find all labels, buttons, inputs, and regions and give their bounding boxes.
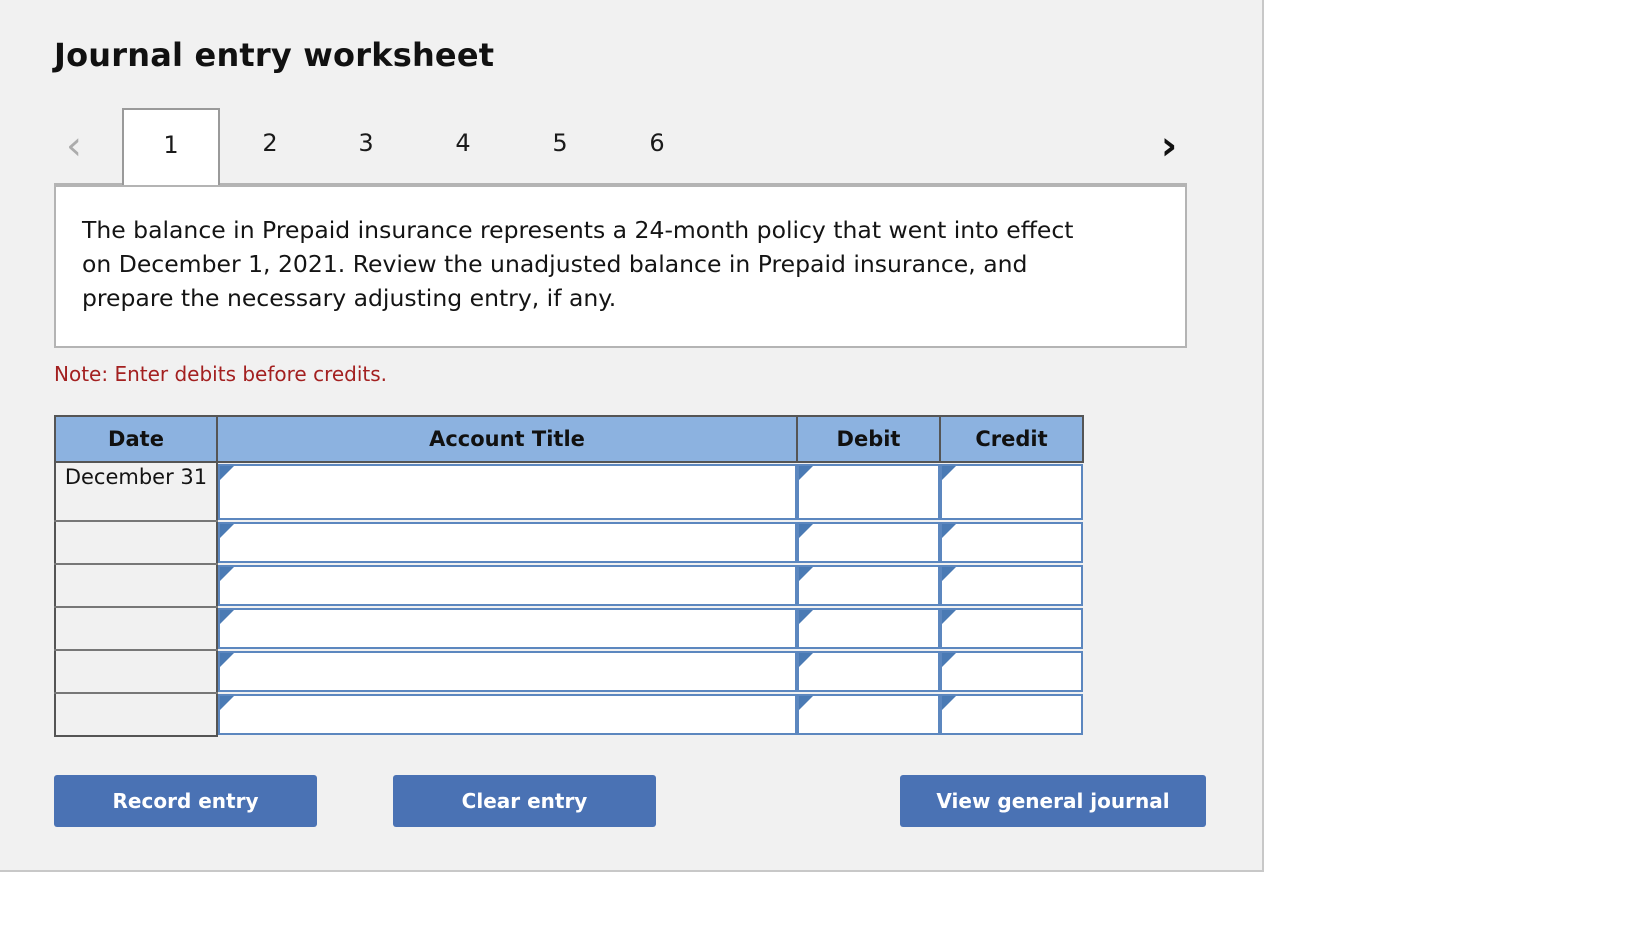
credit-cell[interactable] (940, 564, 1083, 607)
table-row (54, 521, 1083, 565)
dropdown-marker-icon[interactable] (220, 466, 234, 480)
debit-cell[interactable] (797, 650, 940, 693)
view-general-journal-button[interactable]: View general journal (900, 775, 1206, 827)
dropdown-marker-icon[interactable] (799, 567, 813, 581)
dropdown-marker-icon[interactable] (220, 696, 234, 710)
debits-before-credits-note: Note: Enter debits before credits. (54, 362, 388, 386)
credit-input[interactable] (940, 608, 1083, 649)
journal-entry-table: Date Account Title Debit Credit December… (54, 415, 1084, 737)
tab-3[interactable]: 3 (318, 108, 414, 185)
dropdown-marker-icon[interactable] (942, 610, 956, 624)
credit-input[interactable] (940, 565, 1083, 606)
tab-1[interactable]: 1 (122, 108, 220, 187)
debit-input[interactable] (797, 565, 940, 606)
tab-5[interactable]: 5 (512, 108, 608, 185)
date-cell[interactable]: December 31 (54, 462, 218, 522)
account-title-input[interactable] (218, 464, 797, 520)
date-cell[interactable] (54, 650, 218, 694)
account-title-input[interactable] (218, 694, 797, 735)
table-header-row: Date Account Title Debit Credit (54, 415, 1084, 463)
table-row (54, 650, 1083, 694)
debit-cell[interactable] (797, 462, 940, 521)
dropdown-marker-icon[interactable] (799, 524, 813, 538)
credit-input[interactable] (940, 651, 1083, 692)
debit-input[interactable] (797, 651, 940, 692)
table-row (54, 564, 1083, 608)
journal-entry-worksheet-card: Journal entry worksheet ‹ › 1 2 3 4 5 6 … (0, 0, 1264, 872)
dropdown-marker-icon[interactable] (799, 696, 813, 710)
debit-input[interactable] (797, 608, 940, 649)
date-cell[interactable] (54, 607, 218, 651)
dropdown-marker-icon[interactable] (942, 653, 956, 667)
account-title-cell[interactable] (217, 521, 797, 564)
instruction-panel: The balance in Prepaid insurance represe… (54, 185, 1187, 348)
page-title: Journal entry worksheet (54, 36, 495, 74)
date-cell[interactable] (54, 521, 218, 565)
table-row (54, 693, 1083, 737)
dropdown-marker-icon[interactable] (220, 567, 234, 581)
table-header: Date Account Title Debit Credit (54, 415, 1084, 463)
chevron-left-icon[interactable]: ‹ (54, 122, 94, 170)
date-cell[interactable] (54, 693, 218, 737)
date-cell[interactable] (54, 564, 218, 608)
table-body: December 31 (54, 462, 1083, 737)
credit-cell[interactable] (940, 462, 1083, 521)
column-header-debit: Debit (796, 415, 941, 463)
credit-input[interactable] (940, 464, 1083, 520)
dropdown-marker-icon[interactable] (799, 466, 813, 480)
credit-cell[interactable] (940, 607, 1083, 650)
account-title-cell[interactable] (217, 564, 797, 607)
tab-2[interactable]: 2 (222, 108, 318, 185)
dropdown-marker-icon[interactable] (220, 653, 234, 667)
debit-cell[interactable] (797, 607, 940, 650)
credit-input[interactable] (940, 694, 1083, 735)
dropdown-marker-icon[interactable] (220, 524, 234, 538)
debit-cell[interactable] (797, 521, 940, 564)
column-header-date: Date (54, 415, 218, 463)
dropdown-marker-icon[interactable] (942, 524, 956, 538)
account-title-cell[interactable] (217, 693, 797, 736)
credit-cell[interactable] (940, 521, 1083, 564)
dropdown-marker-icon[interactable] (799, 653, 813, 667)
table-row (54, 607, 1083, 651)
account-title-cell[interactable] (217, 650, 797, 693)
dropdown-marker-icon[interactable] (942, 696, 956, 710)
chevron-right-icon[interactable]: › (1149, 122, 1189, 170)
dropdown-marker-icon[interactable] (799, 610, 813, 624)
dropdown-marker-icon[interactable] (942, 466, 956, 480)
credit-cell[interactable] (940, 693, 1083, 736)
column-header-account-title: Account Title (216, 415, 798, 463)
debit-input[interactable] (797, 464, 940, 520)
record-entry-button[interactable]: Record entry (54, 775, 317, 827)
account-title-cell[interactable] (217, 607, 797, 650)
account-title-input[interactable] (218, 522, 797, 563)
credit-cell[interactable] (940, 650, 1083, 693)
debit-cell[interactable] (797, 693, 940, 736)
account-title-cell[interactable] (217, 462, 797, 521)
tab-6[interactable]: 6 (609, 108, 705, 185)
credit-input[interactable] (940, 522, 1083, 563)
instruction-text: The balance in Prepaid insurance represe… (82, 216, 1074, 312)
tab-4[interactable]: 4 (415, 108, 511, 185)
table-row: December 31 (54, 462, 1083, 522)
dropdown-marker-icon[interactable] (220, 610, 234, 624)
account-title-input[interactable] (218, 565, 797, 606)
tab-strip: ‹ › 1 2 3 4 5 6 (54, 108, 1204, 187)
debit-cell[interactable] (797, 564, 940, 607)
account-title-input[interactable] (218, 608, 797, 649)
debit-input[interactable] (797, 522, 940, 563)
dropdown-marker-icon[interactable] (942, 567, 956, 581)
account-title-input[interactable] (218, 651, 797, 692)
clear-entry-button[interactable]: Clear entry (393, 775, 656, 827)
debit-input[interactable] (797, 694, 940, 735)
column-header-credit: Credit (939, 415, 1084, 463)
